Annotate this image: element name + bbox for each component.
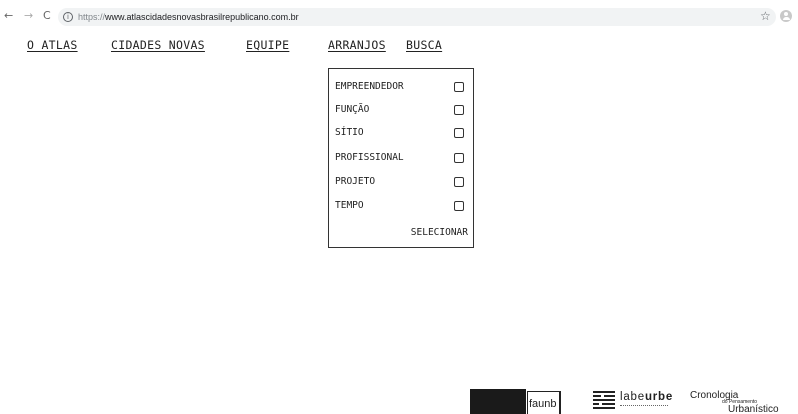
cronologia-logo-line3: Urbanístico: [728, 404, 779, 414]
url-text[interactable]: https://www.atlascidadesnovasbrasilrepub…: [78, 11, 299, 23]
option-label: PROFISSIONAL: [335, 152, 404, 163]
option-label: TEMPO: [335, 200, 364, 211]
nav-link-o-atlas[interactable]: O ATLAS: [27, 38, 78, 52]
selecionar-button[interactable]: SELECIONAR: [411, 226, 468, 240]
option-label: SÍTIO: [335, 127, 364, 138]
checkbox-empreendedor[interactable]: [454, 82, 464, 92]
url-protocol: https://: [78, 12, 106, 22]
option-tempo[interactable]: TEMPO: [335, 198, 467, 214]
info-icon[interactable]: i: [63, 12, 73, 22]
url-host: www.atlascidadesnovasbrasilrepublicano.c…: [105, 12, 299, 22]
forward-arrow-icon[interactable]: →: [24, 10, 33, 22]
checkbox-profissional[interactable]: [454, 153, 464, 163]
option-empreendedor[interactable]: EMPREENDEDOR: [335, 79, 467, 95]
option-label: EMPREENDEDOR: [335, 81, 404, 92]
checkbox-funcao[interactable]: [454, 105, 464, 115]
nav-link-equipe[interactable]: EQUIPE: [246, 38, 289, 52]
option-projeto[interactable]: PROJETO: [335, 174, 467, 190]
labeurbe-mark-icon: [593, 390, 617, 410]
option-sitio[interactable]: SÍTIO: [335, 125, 467, 141]
option-funcao[interactable]: FUNÇÃO: [335, 102, 467, 118]
browser-toolbar: ← → C i https://www.atlascidadesnovasbra…: [0, 0, 798, 34]
profile-icon[interactable]: [780, 10, 792, 22]
option-profissional[interactable]: PROFISSIONAL: [335, 150, 467, 166]
checkbox-sitio[interactable]: [454, 128, 464, 138]
nav-link-busca[interactable]: BUSCA: [406, 38, 442, 52]
nav-link-cidades-novas[interactable]: CIDADES NOVAS: [111, 38, 205, 52]
option-label: FUNÇÃO: [335, 104, 370, 115]
faunb-logo[interactable]: faunb: [527, 391, 561, 414]
checkbox-tempo[interactable]: [454, 201, 464, 211]
checkbox-projeto[interactable]: [454, 177, 464, 187]
reload-icon[interactable]: C: [43, 10, 51, 22]
back-arrow-icon[interactable]: ←: [4, 10, 13, 22]
option-label: PROJETO: [335, 176, 376, 187]
labeurbe-light-text: labe: [620, 391, 645, 403]
nav-link-arranjos[interactable]: ARRANJOS: [328, 38, 386, 52]
labeurbe-bold-text: urbe: [644, 391, 674, 403]
address-bar[interactable]: i https://www.atlascidadesnovasbrasilrep…: [58, 8, 776, 26]
star-icon[interactable]: ☆: [760, 10, 771, 22]
labeurbe-subline: [620, 405, 668, 407]
black-logo-block: [470, 389, 526, 414]
labeurbe-logo[interactable]: labeurbe: [620, 391, 673, 404]
arranjos-dropdown-panel: EMPREENDEDOR FUNÇÃO SÍTIO PROFISSIONAL P…: [328, 68, 474, 248]
faunb-logo-text: faunb: [529, 398, 557, 410]
